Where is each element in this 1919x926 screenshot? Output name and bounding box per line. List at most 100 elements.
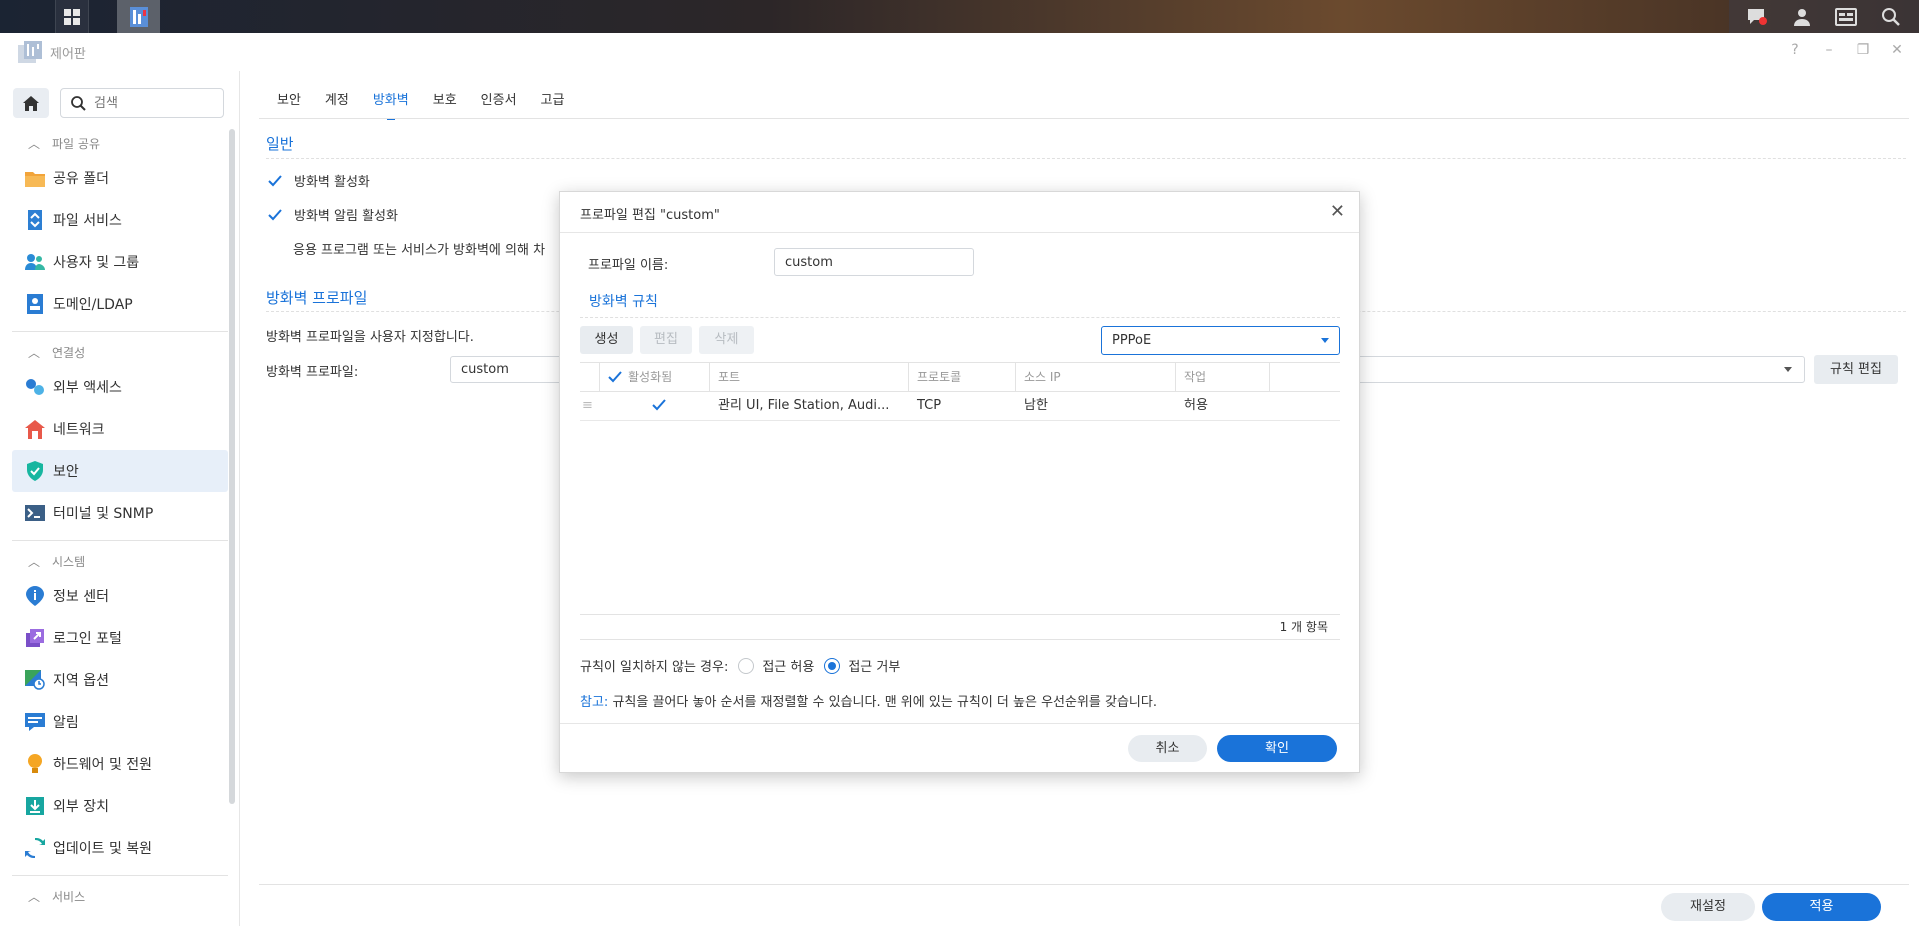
divider: [580, 317, 1340, 318]
sidebar-item-update-restore[interactable]: 업데이트 및 복원: [12, 827, 228, 869]
login-portal-icon: [25, 628, 45, 648]
col-enabled[interactable]: 활성화됨: [600, 363, 710, 391]
general-section-title: 일반: [266, 135, 294, 153]
col-source-ip[interactable]: 소스 IP: [1016, 363, 1176, 391]
note: 참고: 규칙을 끌어다 놓아 순서를 재정렬할 수 있습니다. 맨 위에 있는 …: [580, 691, 1157, 710]
tab-account[interactable]: 계정: [313, 86, 361, 120]
users-icon: [25, 252, 45, 272]
create-rule-button[interactable]: 생성: [580, 326, 633, 354]
sidebar-item-file-services[interactable]: 파일 서비스: [12, 199, 228, 241]
main-menu-button[interactable]: [55, 0, 89, 33]
edit-rule-button[interactable]: 편집: [640, 326, 692, 354]
user-icon[interactable]: [1785, 0, 1819, 33]
apply-button[interactable]: 적용: [1762, 893, 1881, 921]
checkmark-icon: [608, 371, 622, 383]
control-panel-icon: [18, 41, 42, 63]
window-titlebar: 제어판 ? – ❐ ✕: [0, 33, 1919, 71]
drag-handle-icon[interactable]: ≡: [580, 392, 600, 420]
tab-protection[interactable]: 보호: [421, 86, 469, 120]
checkmark-icon: [268, 208, 282, 222]
sidebar-item-external-devices[interactable]: 외부 장치: [12, 785, 228, 827]
search-input[interactable]: [94, 95, 204, 111]
tab-advanced[interactable]: 고급: [529, 86, 577, 120]
dropdown-caret-icon: [1321, 338, 1329, 343]
sidebar-item-hardware-power[interactable]: 하드웨어 및 전원: [12, 743, 228, 785]
sidebar-item-notifications[interactable]: 알림: [12, 701, 228, 743]
delete-rule-button[interactable]: 삭제: [699, 326, 754, 354]
close-icon[interactable]: ✕: [1330, 201, 1345, 222]
row-source-ip: 남한: [1024, 398, 1048, 413]
network-icon: [25, 419, 45, 439]
sidebar-item-domain-ldap[interactable]: 도메인/LDAP: [12, 283, 228, 325]
chevron-up-icon: ︿: [28, 345, 41, 360]
sidebar-item-terminal-snmp[interactable]: 터미널 및 SNMP: [12, 492, 228, 534]
chevron-up-icon: ︿: [28, 889, 41, 904]
sidebar-item-login-portal[interactable]: 로그인 포털: [12, 617, 228, 659]
divider: [266, 158, 1906, 159]
sidebar-item-regional-options[interactable]: 지역 옵션: [12, 659, 228, 701]
no-match-label: 규칙이 일치하지 않는 경우:: [580, 660, 729, 675]
divider: [12, 540, 228, 541]
close-icon[interactable]: ✕: [1889, 42, 1905, 58]
sidebar-item-external-access[interactable]: 외부 액세스: [12, 366, 228, 408]
profile-name-label: 프로파일 이름:: [588, 258, 669, 273]
section-connectivity[interactable]: ︿ 연결성: [0, 338, 240, 366]
deny-label[interactable]: 접근 거부: [848, 656, 900, 675]
note-text: 규칙을 끌어다 놓아 순서를 재정렬할 수 있습니다. 맨 위에 있는 규칙이 …: [612, 695, 1157, 710]
profile-name-input[interactable]: [774, 248, 974, 276]
section-system[interactable]: ︿ 시스템: [0, 547, 240, 575]
table-row[interactable]: ≡ 관리 UI, File Station, Audi... TCP 남한 허용: [580, 392, 1340, 421]
cancel-button[interactable]: 취소: [1128, 735, 1207, 762]
profile-section-title: 방화벽 프로파일: [266, 289, 368, 307]
reset-button[interactable]: 재설정: [1661, 893, 1755, 921]
section-file-sharing[interactable]: ︿ 파일 공유: [0, 129, 240, 157]
minimize-icon[interactable]: –: [1821, 42, 1837, 58]
ok-button[interactable]: 확인: [1217, 735, 1337, 762]
window-title: 제어판: [50, 46, 86, 62]
interface-select[interactable]: PPPoE: [1101, 326, 1340, 355]
section-services[interactable]: ︿ 서비스: [0, 882, 240, 910]
sidebar-item-security[interactable]: 보안: [12, 450, 228, 492]
restore-icon[interactable]: ❐: [1855, 42, 1871, 58]
control-panel-taskbar-button[interactable]: [117, 0, 160, 33]
row-protocol: TCP: [917, 398, 942, 413]
sidebar-item-shared-folder[interactable]: 공유 폴더: [12, 157, 228, 199]
search-icon[interactable]: [1874, 0, 1908, 33]
rules-section-title: 방화벽 규칙: [589, 294, 658, 310]
search-field[interactable]: [60, 88, 224, 118]
rules-count: 1 개 항목: [580, 614, 1340, 640]
tab-certificate[interactable]: 인증서: [469, 86, 529, 120]
home-button[interactable]: [13, 88, 49, 118]
col-protocol[interactable]: 프로토콜: [909, 363, 1016, 391]
drag-col-header: [580, 363, 600, 391]
allow-label[interactable]: 접근 허용: [762, 656, 814, 675]
enable-firewall-checkbox[interactable]: 방화벽 활성화: [268, 171, 370, 190]
checkmark-icon: [268, 174, 282, 188]
edit-rules-button[interactable]: 규칙 편집: [1814, 355, 1898, 384]
control-panel-icon: [129, 6, 148, 27]
deny-radio[interactable]: [824, 657, 841, 674]
tab-firewall[interactable]: 방화벽: [361, 86, 421, 120]
sidebar-scrollbar[interactable]: [229, 129, 235, 804]
sidebar-list: ︿ 파일 공유 공유 폴더 파일 서비스 사용자 및 그룹 도메인/LDAP ︿ 연…: [0, 129, 240, 926]
notification-icon[interactable]: [1740, 0, 1774, 33]
allow-radio[interactable]: [738, 657, 755, 674]
divider: [560, 723, 1359, 724]
dialog-title: 프로파일 편집 "custom": [580, 208, 720, 223]
terminal-icon: [25, 503, 45, 523]
col-ports[interactable]: 포트: [710, 363, 909, 391]
sidebar-item-users-groups[interactable]: 사용자 및 그룹: [12, 241, 228, 283]
profile-description: 방화벽 프로파일을 사용자 지정합니다.: [266, 330, 474, 345]
row-enabled-checkbox[interactable]: [644, 392, 684, 420]
sidebar-item-info-center[interactable]: 정보 센터: [12, 575, 228, 617]
sidebar-item-network[interactable]: 네트워크: [12, 408, 228, 450]
enable-notifications-checkbox[interactable]: 방화벽 알림 활성화: [268, 205, 398, 224]
help-icon[interactable]: ?: [1787, 42, 1803, 58]
checkmark-icon: [652, 399, 666, 411]
file-services-icon: [25, 210, 45, 230]
col-action[interactable]: 작업: [1176, 363, 1270, 391]
external-access-icon: [25, 377, 45, 397]
widgets-icon[interactable]: [1829, 0, 1863, 33]
info-icon: [25, 586, 45, 606]
tab-security[interactable]: 보안: [265, 86, 313, 120]
